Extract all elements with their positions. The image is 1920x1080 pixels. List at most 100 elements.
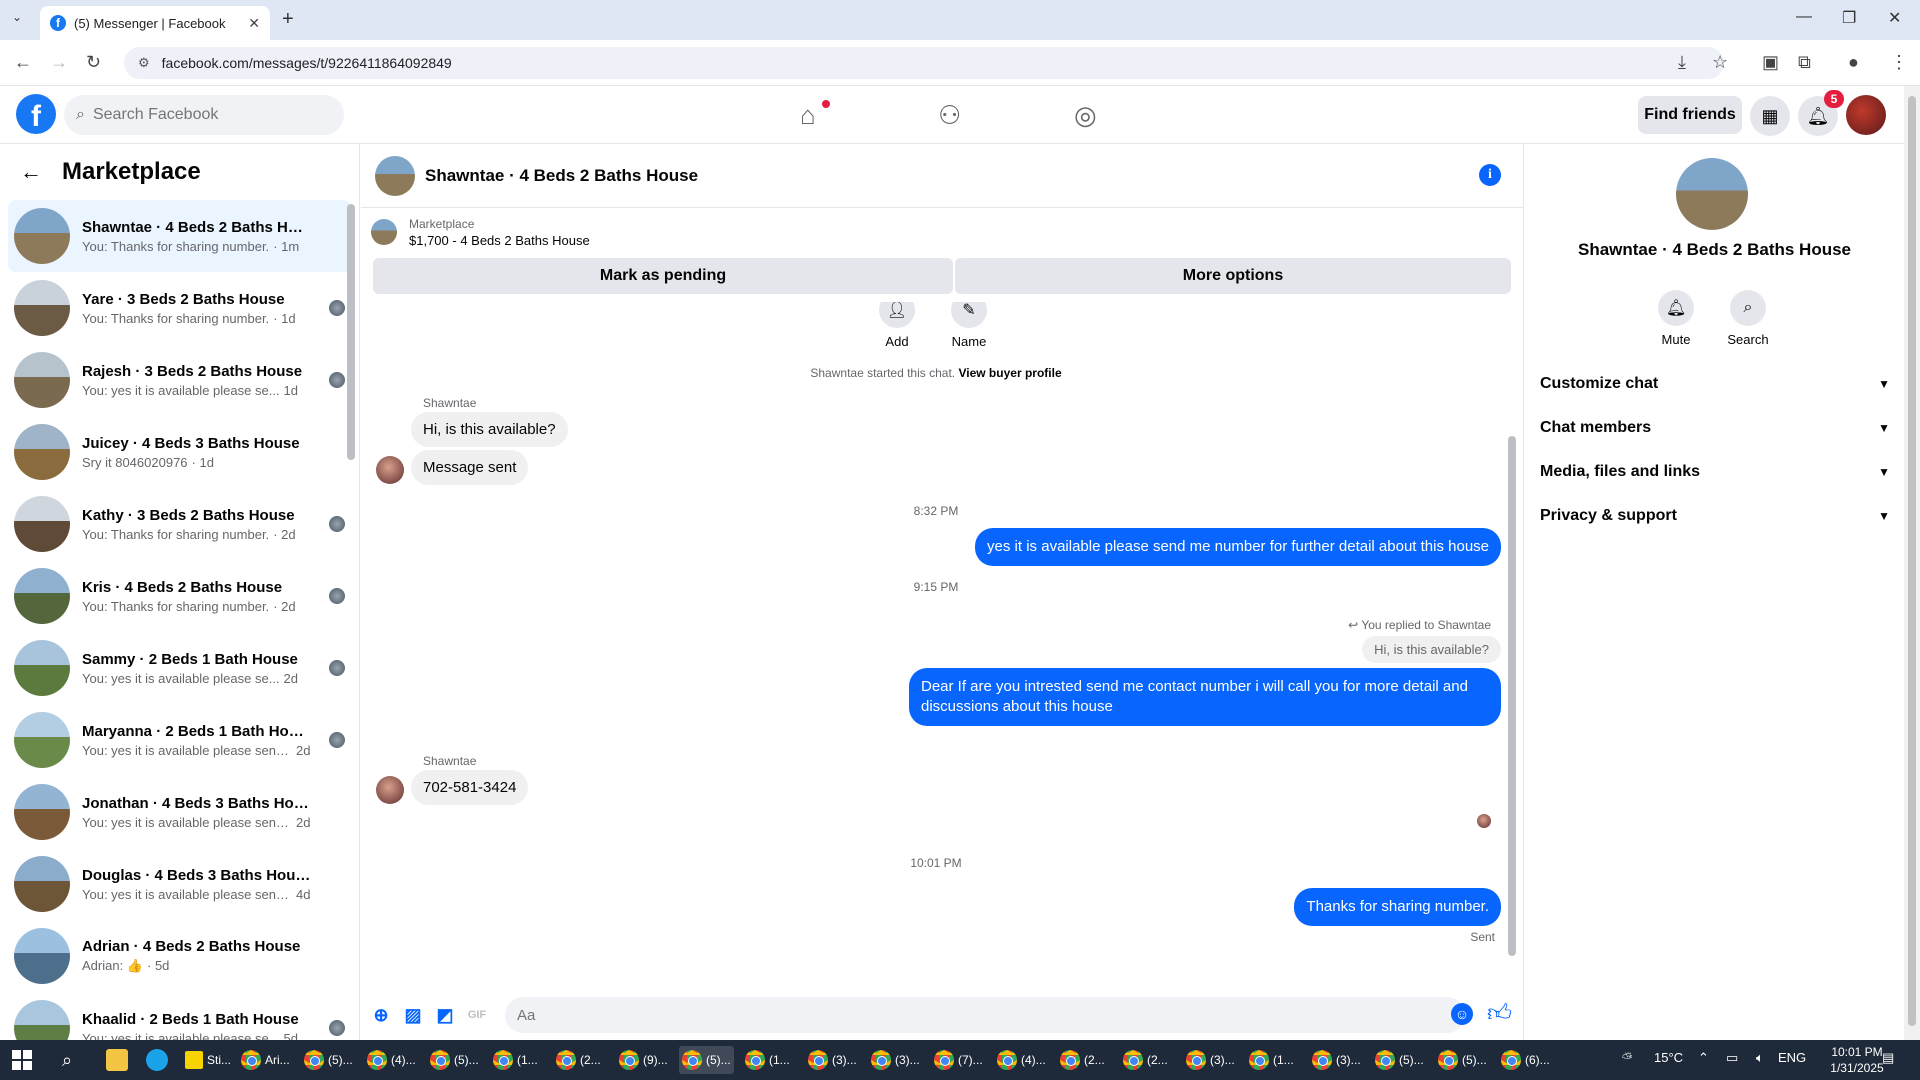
info-icon[interactable]: i — [1479, 164, 1501, 186]
speaker-icon[interactable]: 🔈︎ — [1756, 1050, 1764, 1066]
weather-icon[interactable]: ⛅︎ — [1622, 1050, 1632, 1066]
outgoing-message[interactable]: Dear If are you intrested send me contac… — [909, 668, 1501, 726]
media-files-links-row[interactable]: Media, files and links ▼ — [1540, 454, 1890, 490]
incoming-message[interactable]: Message sent — [411, 450, 529, 485]
new-tab-icon[interactable]: + — [282, 8, 294, 31]
home-icon[interactable]: ⌂ — [800, 100, 816, 131]
customize-chat-row[interactable]: Customize chat ▼ — [1540, 366, 1890, 402]
facebook-logo-icon[interactable]: f — [16, 94, 56, 134]
listing-price[interactable]: $1,700 - 4 Beds 2 Baths House — [409, 233, 590, 248]
network-icon[interactable]: ▭ — [1726, 1050, 1738, 1066]
taskbar-app-chrome[interactable]: (5)... — [679, 1046, 734, 1074]
listing-profile-image[interactable] — [1676, 158, 1748, 230]
quick-name-action[interactable]: ✎ Name — [939, 302, 999, 349]
plus-circle-icon[interactable]: ⊕ — [369, 1003, 393, 1027]
sidebar-scrollbar[interactable] — [346, 196, 356, 976]
taskbar-app-chrome[interactable]: (5)... — [427, 1046, 482, 1074]
profile-icon[interactable]: ● — [1848, 52, 1859, 73]
facebook-search-input[interactable] — [92, 106, 313, 124]
site-info-icon[interactable]: ⚙ — [138, 55, 150, 71]
quick-add-action[interactable]: 👤︎ Add — [867, 302, 927, 349]
conversation-item[interactable]: Rajesh · 3 Beds 2 Baths House You: yes it… — [8, 344, 351, 416]
taskbar-app-chrome[interactable]: (2... — [1057, 1046, 1108, 1074]
taskbar-app-chrome[interactable]: (1... — [742, 1046, 793, 1074]
conversation-item[interactable]: Kris · 4 Beds 2 Baths House You: Thanks f… — [8, 560, 351, 632]
listing-thumbnail[interactable] — [375, 155, 415, 196]
attach-image-icon[interactable]: ▨ — [401, 1003, 425, 1027]
chat-members-row[interactable]: Chat members ▼ — [1540, 410, 1890, 446]
conversation-item[interactable]: Shawntae · 4 Beds 2 Baths House You: Than… — [8, 200, 351, 272]
taskbar-app-chrome[interactable]: (3)... — [805, 1046, 860, 1074]
conversation-item[interactable]: Maryanna · 2 Beds 1 Bath House You: yes i… — [8, 704, 351, 776]
minimize-icon[interactable]: — — [1796, 8, 1812, 26]
back-arrow-icon[interactable]: ← — [14, 52, 32, 73]
groups-icon[interactable]: ◎ — [1074, 100, 1097, 131]
listing-small-thumbnail[interactable] — [371, 219, 397, 245]
taskbar-app-sticky[interactable]: Sti... — [182, 1046, 234, 1074]
back-arrow-icon[interactable]: ← — [20, 159, 42, 185]
browser-tab[interactable]: f (5) Messenger | Facebook ✕ — [40, 6, 270, 40]
language-indicator[interactable]: ENG — [1778, 1050, 1806, 1065]
taskbar-app-chrome[interactable]: (3)... — [868, 1046, 923, 1074]
tab-list-chevron-icon[interactable]: ⌄ — [12, 10, 22, 24]
incoming-message[interactable]: 702-581-3424 — [411, 770, 529, 805]
privacy-support-row[interactable]: Privacy & support ▼ — [1540, 498, 1890, 534]
edge-browser-icon[interactable] — [146, 1048, 168, 1072]
url-bar[interactable]: ⚙ facebook.com/messages/t/92264118640928… — [124, 47, 1724, 79]
facebook-search[interactable]: ⌕ — [64, 95, 344, 135]
mark-as-pending-button[interactable]: Mark as pending — [373, 258, 953, 294]
outgoing-message[interactable]: Thanks for sharing number. — [1294, 888, 1501, 926]
search-action[interactable]: ⌕ Search — [1718, 290, 1778, 347]
conversation-item[interactable]: Yare · 3 Beds 2 Baths House You: Thanks f… — [8, 272, 351, 344]
bookmark-star-icon[interactable]: ☆ — [1712, 52, 1728, 73]
tray-chevron-icon[interactable]: ⌃ — [1698, 1050, 1709, 1066]
taskbar-app-chrome[interactable]: (4)... — [994, 1046, 1049, 1074]
chat-scrollbar[interactable] — [1507, 302, 1517, 972]
thumbs-up-icon[interactable]: 👍︎ — [1487, 1000, 1512, 1028]
taskbar-app-chrome[interactable]: (1... — [490, 1046, 541, 1074]
restore-icon[interactable]: ❐ — [1842, 8, 1856, 28]
weather-temp[interactable]: 15°C — [1654, 1050, 1683, 1065]
mute-action[interactable]: 🔔︎ Mute — [1646, 290, 1706, 347]
window-close-icon[interactable]: ✕ — [1888, 8, 1901, 28]
taskbar-app-chrome[interactable]: (7)... — [931, 1046, 986, 1074]
windows-start-icon[interactable] — [12, 1050, 32, 1070]
taskbar-app-chrome[interactable]: (9)... — [616, 1046, 671, 1074]
conversation-item[interactable]: Juicey · 4 Beds 3 Baths House Sry it 8046… — [8, 416, 351, 488]
conversation-item[interactable]: Adrian · 4 Beds 2 Baths House Adrian: 👍 · … — [8, 920, 351, 992]
taskbar-app-chrome[interactable]: (5)... — [1372, 1046, 1427, 1074]
emoji-icon[interactable]: ☺ — [1451, 1003, 1473, 1025]
tab-close-icon[interactable]: ✕ — [248, 15, 260, 32]
page-scrollbar[interactable] — [1904, 86, 1920, 1040]
conversation-item[interactable]: Douglas · 4 Beds 3 Baths House You: yes i… — [8, 848, 351, 920]
conversation-item[interactable]: Kathy · 3 Beds 2 Baths House You: Thanks … — [8, 488, 351, 560]
conversation-item[interactable]: Jonathan · 4 Beds 3 Baths House You: yes … — [8, 776, 351, 848]
taskbar-app-chrome[interactable]: (3)... — [1309, 1046, 1364, 1074]
puzzle-icon[interactable]: ⧉ — [1798, 52, 1811, 73]
incoming-message[interactable]: Hi, is this available? — [411, 412, 568, 447]
file-explorer-icon[interactable] — [106, 1048, 128, 1072]
taskbar-app-chrome[interactable]: Ari... — [238, 1046, 293, 1074]
taskbar-app-chrome[interactable]: (6)... — [1498, 1046, 1553, 1074]
taskbar-app-chrome[interactable]: (5)... — [301, 1046, 356, 1074]
more-options-button[interactable]: More options — [955, 258, 1511, 294]
install-app-icon[interactable]: ⤓ — [1678, 52, 1686, 73]
taskbar-app-chrome[interactable]: (3)... — [1183, 1046, 1238, 1074]
view-buyer-profile-link[interactable]: View buyer profile — [958, 366, 1061, 380]
sticker-icon[interactable]: ◩ — [433, 1003, 457, 1027]
friends-icon[interactable]: ⚇ — [938, 100, 961, 131]
find-friends-button[interactable]: Find friends — [1638, 96, 1742, 134]
taskbar-app-chrome[interactable]: (2... — [553, 1046, 604, 1074]
taskbar-app-chrome[interactable]: (5)... — [1435, 1046, 1490, 1074]
extension-icon[interactable]: ▣ — [1762, 52, 1779, 73]
replied-quote[interactable]: Hi, is this available? — [1362, 636, 1501, 663]
gif-icon[interactable]: GIF — [465, 1003, 489, 1027]
taskbar-app-chrome[interactable]: (4)... — [364, 1046, 419, 1074]
taskbar-app-chrome[interactable]: (2... — [1120, 1046, 1171, 1074]
search-icon[interactable]: ⌕ — [62, 1048, 72, 1072]
outgoing-message[interactable]: yes it is available please send me numbe… — [975, 528, 1501, 566]
forward-arrow-icon[interactable]: → — [50, 52, 68, 73]
account-avatar[interactable] — [1846, 95, 1886, 135]
menu-grid-icon[interactable]: ▦ — [1750, 96, 1790, 136]
menu-kebab-icon[interactable]: ⋮ — [1890, 52, 1908, 73]
